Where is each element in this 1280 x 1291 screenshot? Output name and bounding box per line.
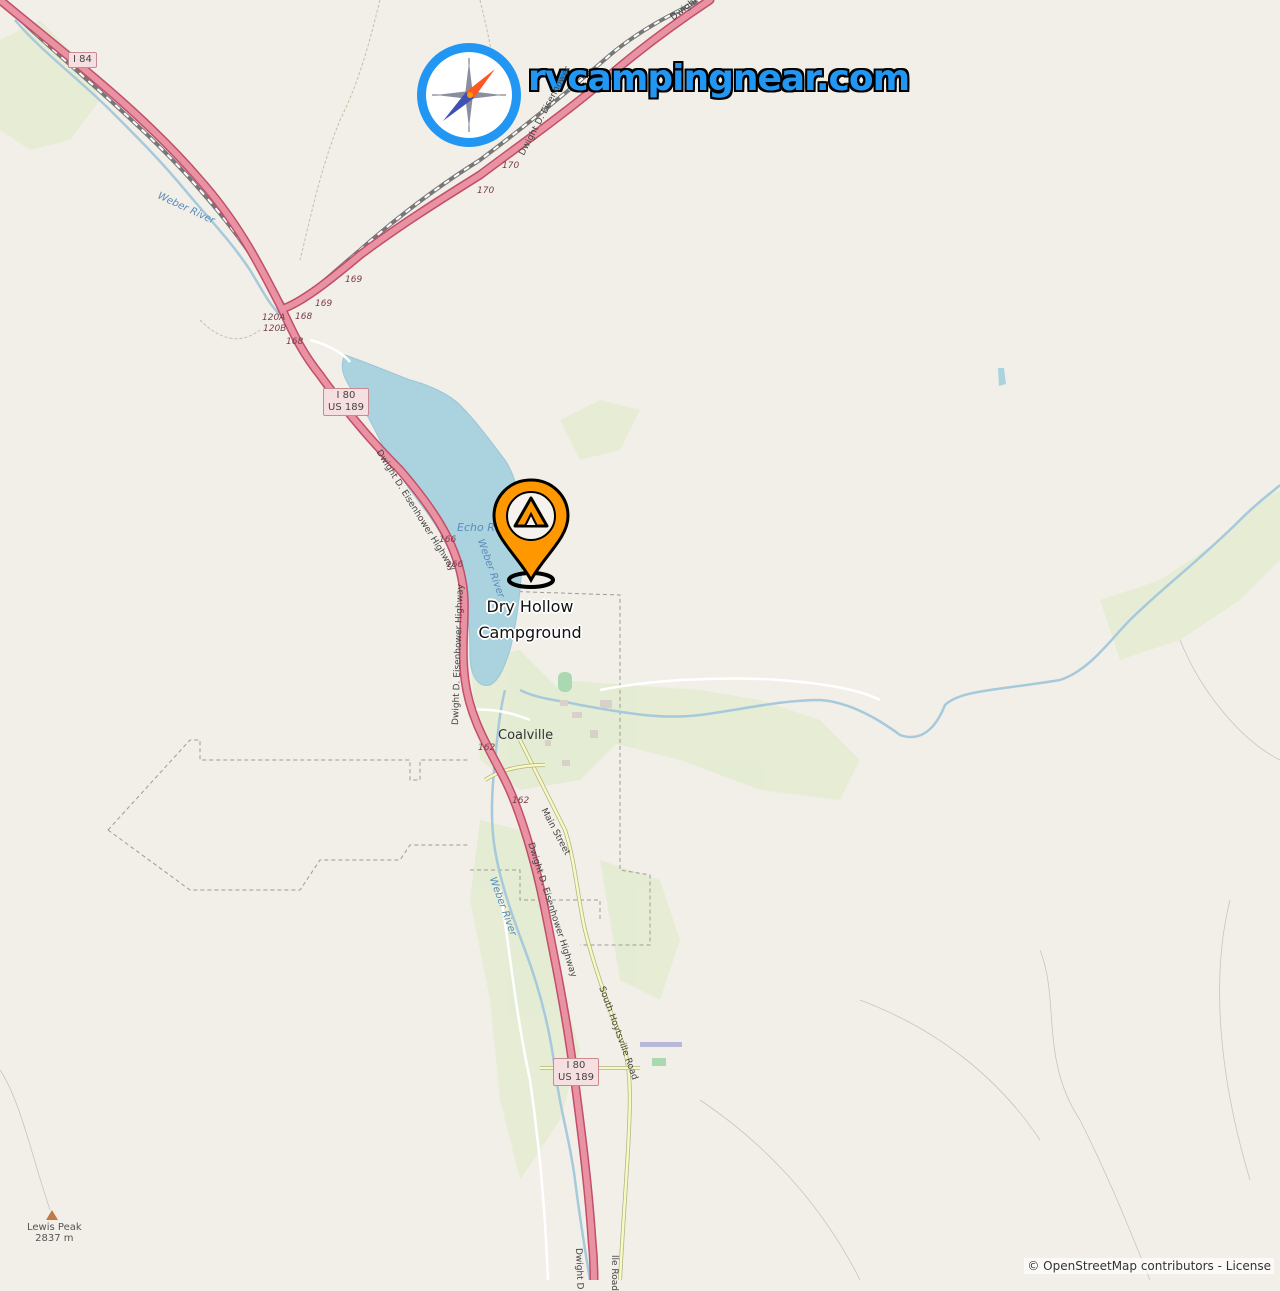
- brand-wordmark[interactable]: rvcampingnear.com: [528, 58, 910, 99]
- shield-i80-label: I 80: [336, 390, 356, 401]
- map-svg: [0, 0, 1280, 1285]
- land-background: [0, 0, 1280, 1280]
- exit-166b: 166: [446, 560, 464, 570]
- campground-marker[interactable]: [490, 476, 572, 592]
- exit-168b: 168: [286, 337, 304, 347]
- town-label-coalville: Coalville: [498, 728, 554, 743]
- exit-170b: 170: [477, 186, 495, 196]
- shield-south-i80-us189: I 80 US 189: [553, 1058, 599, 1086]
- compass-logo: [414, 40, 524, 150]
- road-label-highway-bottom: Dwight D: [573, 1247, 585, 1290]
- exit-120b: 120B: [263, 324, 287, 334]
- exit-162a: 162: [478, 743, 496, 753]
- exit-168a: 168: [295, 312, 313, 322]
- exit-120a: 120A: [262, 313, 286, 323]
- shield-us189-label: US 189: [558, 1072, 594, 1083]
- exit-169a: 169: [345, 275, 363, 285]
- park: [558, 672, 572, 692]
- campground-label-line2: Campground: [478, 623, 582, 642]
- exit-169b: 169: [315, 299, 333, 309]
- exit-162b: 162: [512, 796, 530, 806]
- compass-logo-icon: [417, 43, 521, 147]
- peak-label: Lewis Peak 2837 m: [27, 1222, 82, 1244]
- attribution[interactable]: © OpenStreetMap contributors - License: [1024, 1258, 1274, 1274]
- shield-i80-label: I 80: [566, 1060, 586, 1071]
- road-label-bottom-road: lle Road: [609, 1255, 619, 1291]
- shield-i84: I 84: [68, 52, 97, 68]
- airstrip: [640, 1042, 682, 1047]
- shield-north-i80-us189: I 80 US 189: [323, 388, 369, 416]
- shield-us189-label: US 189: [328, 402, 364, 413]
- shield-i84-label: I 84: [73, 54, 92, 65]
- exit-166a: 166: [439, 535, 457, 545]
- campground-label-line1: Dry Hollow: [486, 597, 574, 616]
- exit-170a: 170: [502, 161, 520, 171]
- peak-elevation: 2837 m: [35, 1233, 74, 1244]
- campground-label[interactable]: Dry Hollow Campground: [440, 594, 620, 646]
- campground-pin-icon: [492, 478, 570, 589]
- map-canvas[interactable]: rvcampingnear.com I 84 I 80 US 189 I 80 …: [0, 0, 1280, 1291]
- peak-name: Lewis Peak: [27, 1222, 82, 1233]
- field: [652, 1058, 666, 1066]
